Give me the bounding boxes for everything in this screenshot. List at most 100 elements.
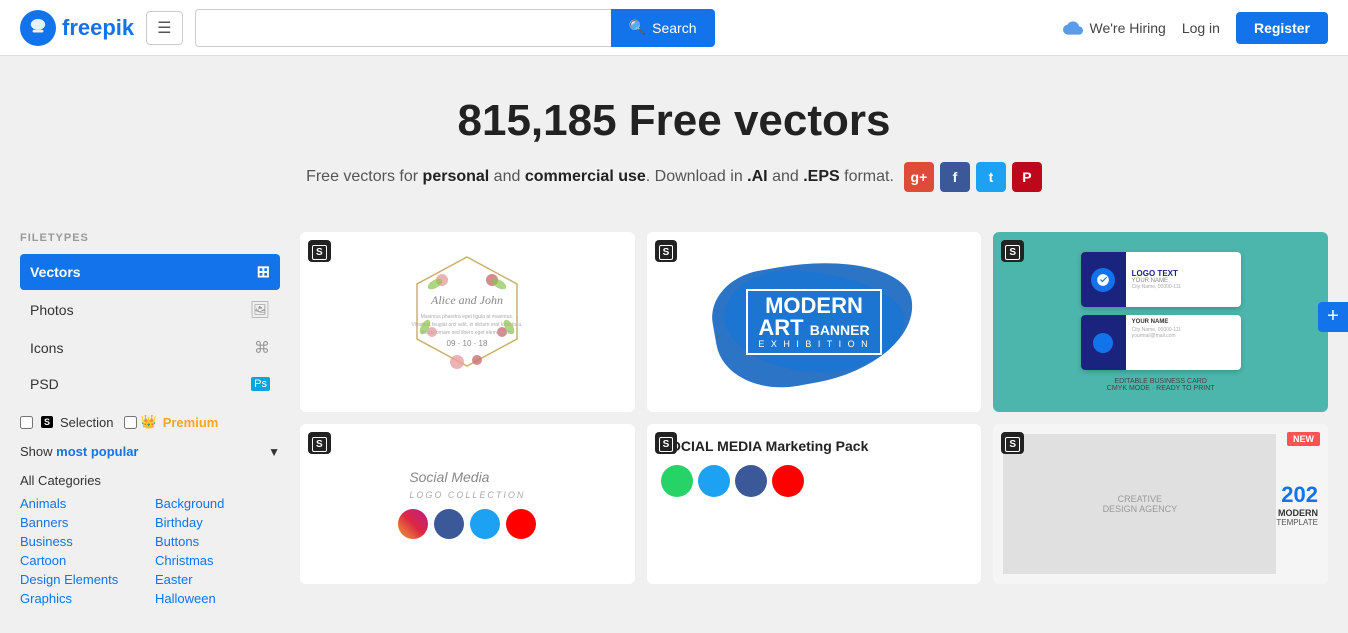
vectors-icon: ⊞	[257, 262, 270, 282]
image-grid: S	[300, 232, 1328, 584]
premium-label: Premium	[163, 415, 219, 430]
biz-card-back: YOUR NAME City Name, 00000-111 yourmail@…	[1081, 315, 1241, 370]
selection-checkbox[interactable]	[20, 416, 33, 429]
art-text: MODERN ART BANNER E X H I B I T I O N	[746, 289, 881, 355]
card-2-content: MODERN ART BANNER E X H I B I T I O N	[647, 232, 982, 412]
main-content: FILETYPES Vectors ⊞ Photos 🖼 Icons ⌘ PSD…	[0, 212, 1348, 626]
sidebar: FILETYPES Vectors ⊞ Photos 🖼 Icons ⌘ PSD…	[20, 232, 280, 606]
google-plus-icon[interactable]: g+	[904, 162, 934, 192]
header: freepik ☰ 🔍 Search We're Hiring Log in R…	[0, 0, 1348, 56]
cat-design-elements[interactable]: Design Elements	[20, 572, 145, 587]
show-label: Show	[20, 444, 53, 459]
premium-checkbox[interactable]	[124, 416, 137, 429]
twitter-icon[interactable]: t	[976, 162, 1006, 192]
card-6-badge: S	[1001, 432, 1024, 454]
fb-marketing-icon	[735, 465, 767, 497]
card-3-badge: S	[1001, 240, 1024, 262]
grid-card-4[interactable]: S Social Media LOGO COLLECTION	[300, 424, 635, 584]
show-popular-dropdown[interactable]: Show most popular ▼	[20, 444, 280, 459]
cat-easter[interactable]: Easter	[155, 572, 280, 587]
grid-card-6[interactable]: S NEW CREATIVEDESIGN AGENCY 202 MODERN T…	[993, 424, 1328, 584]
filter-row: S Selection 👑 Premium	[20, 414, 280, 430]
twitter-marketing-icon	[698, 465, 730, 497]
svg-text:Morbi ornare sed libero eget e: Morbi ornare sed libero eget elementum.	[422, 330, 512, 336]
psd-icon: Ps	[251, 377, 270, 391]
icons-icon: ⌘	[254, 338, 270, 358]
cloud-icon	[1063, 18, 1083, 38]
card-4-badge: S	[308, 432, 331, 454]
categories-grid: Animals Background Banners Birthday Busi…	[20, 496, 280, 606]
selection-checkbox-label[interactable]: S Selection	[20, 415, 114, 430]
logo[interactable]: freepik	[20, 10, 134, 46]
cat-banners[interactable]: Banners	[20, 515, 145, 530]
filetypes-label: FILETYPES	[20, 232, 280, 244]
premium-checkbox-label[interactable]: 👑 Premium	[124, 414, 219, 430]
most-popular-label: most popular	[56, 444, 138, 459]
filetype-photos-label: Photos	[30, 302, 74, 318]
register-button[interactable]: Register	[1236, 12, 1328, 44]
hiring-link[interactable]: We're Hiring	[1063, 18, 1165, 38]
logo-text: freepik	[62, 15, 134, 41]
svg-text:Vivamus feugiat orci velit, in: Vivamus feugiat orci velit, in dictum er…	[412, 322, 523, 328]
card-5-content: SOCIAL MEDIA Marketing Pack	[647, 424, 982, 584]
art-border-box: MODERN ART BANNER E X H I B I T I O N	[746, 289, 881, 355]
hero-section: 815,185 Free vectors Free vectors for pe…	[0, 56, 1348, 212]
search-bar: 🔍 Search	[195, 9, 715, 47]
svg-text:09 · 10 · 18: 09 · 10 · 18	[447, 339, 488, 348]
photos-icon: 🖼	[250, 300, 270, 320]
filetype-vectors[interactable]: Vectors ⊞	[20, 254, 280, 290]
filetype-psd-label: PSD	[30, 376, 59, 392]
cat-birthday[interactable]: Birthday	[155, 515, 280, 530]
facebook-icon[interactable]: f	[940, 162, 970, 192]
cat-cartoon[interactable]: Cartoon	[20, 553, 145, 568]
card-2-badge: S	[655, 240, 678, 262]
categories-section: All Categories Animals Background Banner…	[20, 473, 280, 606]
filetype-icons[interactable]: Icons ⌘	[20, 330, 280, 366]
filetype-photos[interactable]: Photos 🖼	[20, 292, 280, 328]
filetype-icons-label: Icons	[30, 340, 63, 356]
cat-business[interactable]: Business	[20, 534, 145, 549]
filetype-psd[interactable]: PSD Ps	[20, 368, 280, 400]
login-link[interactable]: Log in	[1182, 20, 1220, 36]
pinterest-icon[interactable]: P	[1012, 162, 1042, 192]
hamburger-button[interactable]: ☰	[146, 11, 182, 45]
creative-text: 202 MODERN TEMPLATE	[1276, 482, 1318, 527]
social-share-icons: g+ f t P	[904, 162, 1042, 192]
selection-label: Selection	[60, 415, 113, 430]
grid-card-3[interactable]: S LOGO TEXT YOUR NAME City Name,	[993, 232, 1328, 412]
cat-animals[interactable]: Animals	[20, 496, 145, 511]
search-button[interactable]: 🔍 Search	[611, 9, 715, 47]
card-1-content: Alice and John Maximus pharetra eget lig…	[300, 232, 635, 412]
search-icon: 🔍	[629, 19, 646, 36]
grid-card-2[interactable]: S MODERN ART BANNER E X H I B I T I O N	[647, 232, 982, 412]
social-icons-row	[398, 509, 536, 539]
instagram-icon	[398, 509, 428, 539]
svg-text:Alice and John: Alice and John	[430, 293, 503, 307]
hero-title: 815,185 Free vectors	[20, 96, 1328, 146]
cat-halloween[interactable]: Halloween	[155, 591, 280, 606]
biz-v-logo	[1093, 333, 1113, 353]
card-5-badge: S	[655, 432, 678, 454]
marketing-title: SOCIAL MEDIA Marketing Pack	[661, 438, 869, 455]
card-1-badge: S	[308, 240, 331, 262]
cat-buttons[interactable]: Buttons	[155, 534, 280, 549]
search-input[interactable]	[195, 9, 611, 47]
selection-badge: S	[41, 416, 53, 428]
card-6-content: CREATIVEDESIGN AGENCY 202 MODERN TEMPLAT…	[993, 424, 1328, 584]
creative-preview: CREATIVEDESIGN AGENCY	[1103, 494, 1178, 514]
float-expand-button[interactable]: +	[1318, 302, 1348, 332]
grid-card-1[interactable]: S	[300, 232, 635, 412]
new-badge: NEW	[1287, 432, 1320, 446]
cat-christmas[interactable]: Christmas	[155, 553, 280, 568]
cat-graphics[interactable]: Graphics	[20, 591, 145, 606]
grid-area: S	[300, 232, 1328, 606]
cat-background[interactable]: Background	[155, 496, 280, 511]
biz-card-front: LOGO TEXT YOUR NAME City Name, 00000-111	[1081, 252, 1241, 307]
floral-svg: Alice and John Maximus pharetra eget lig…	[387, 242, 547, 402]
crown-icon: 👑	[141, 414, 157, 430]
header-right: We're Hiring Log in Register	[1063, 12, 1328, 44]
svg-text:Maximus pharetra eget ligula a: Maximus pharetra eget ligula at maximus.	[421, 314, 514, 320]
grid-card-5[interactable]: S SOCIAL MEDIA Marketing Pack	[647, 424, 982, 584]
facebook-icon-sm	[434, 509, 464, 539]
all-categories-link[interactable]: All Categories	[20, 473, 280, 488]
